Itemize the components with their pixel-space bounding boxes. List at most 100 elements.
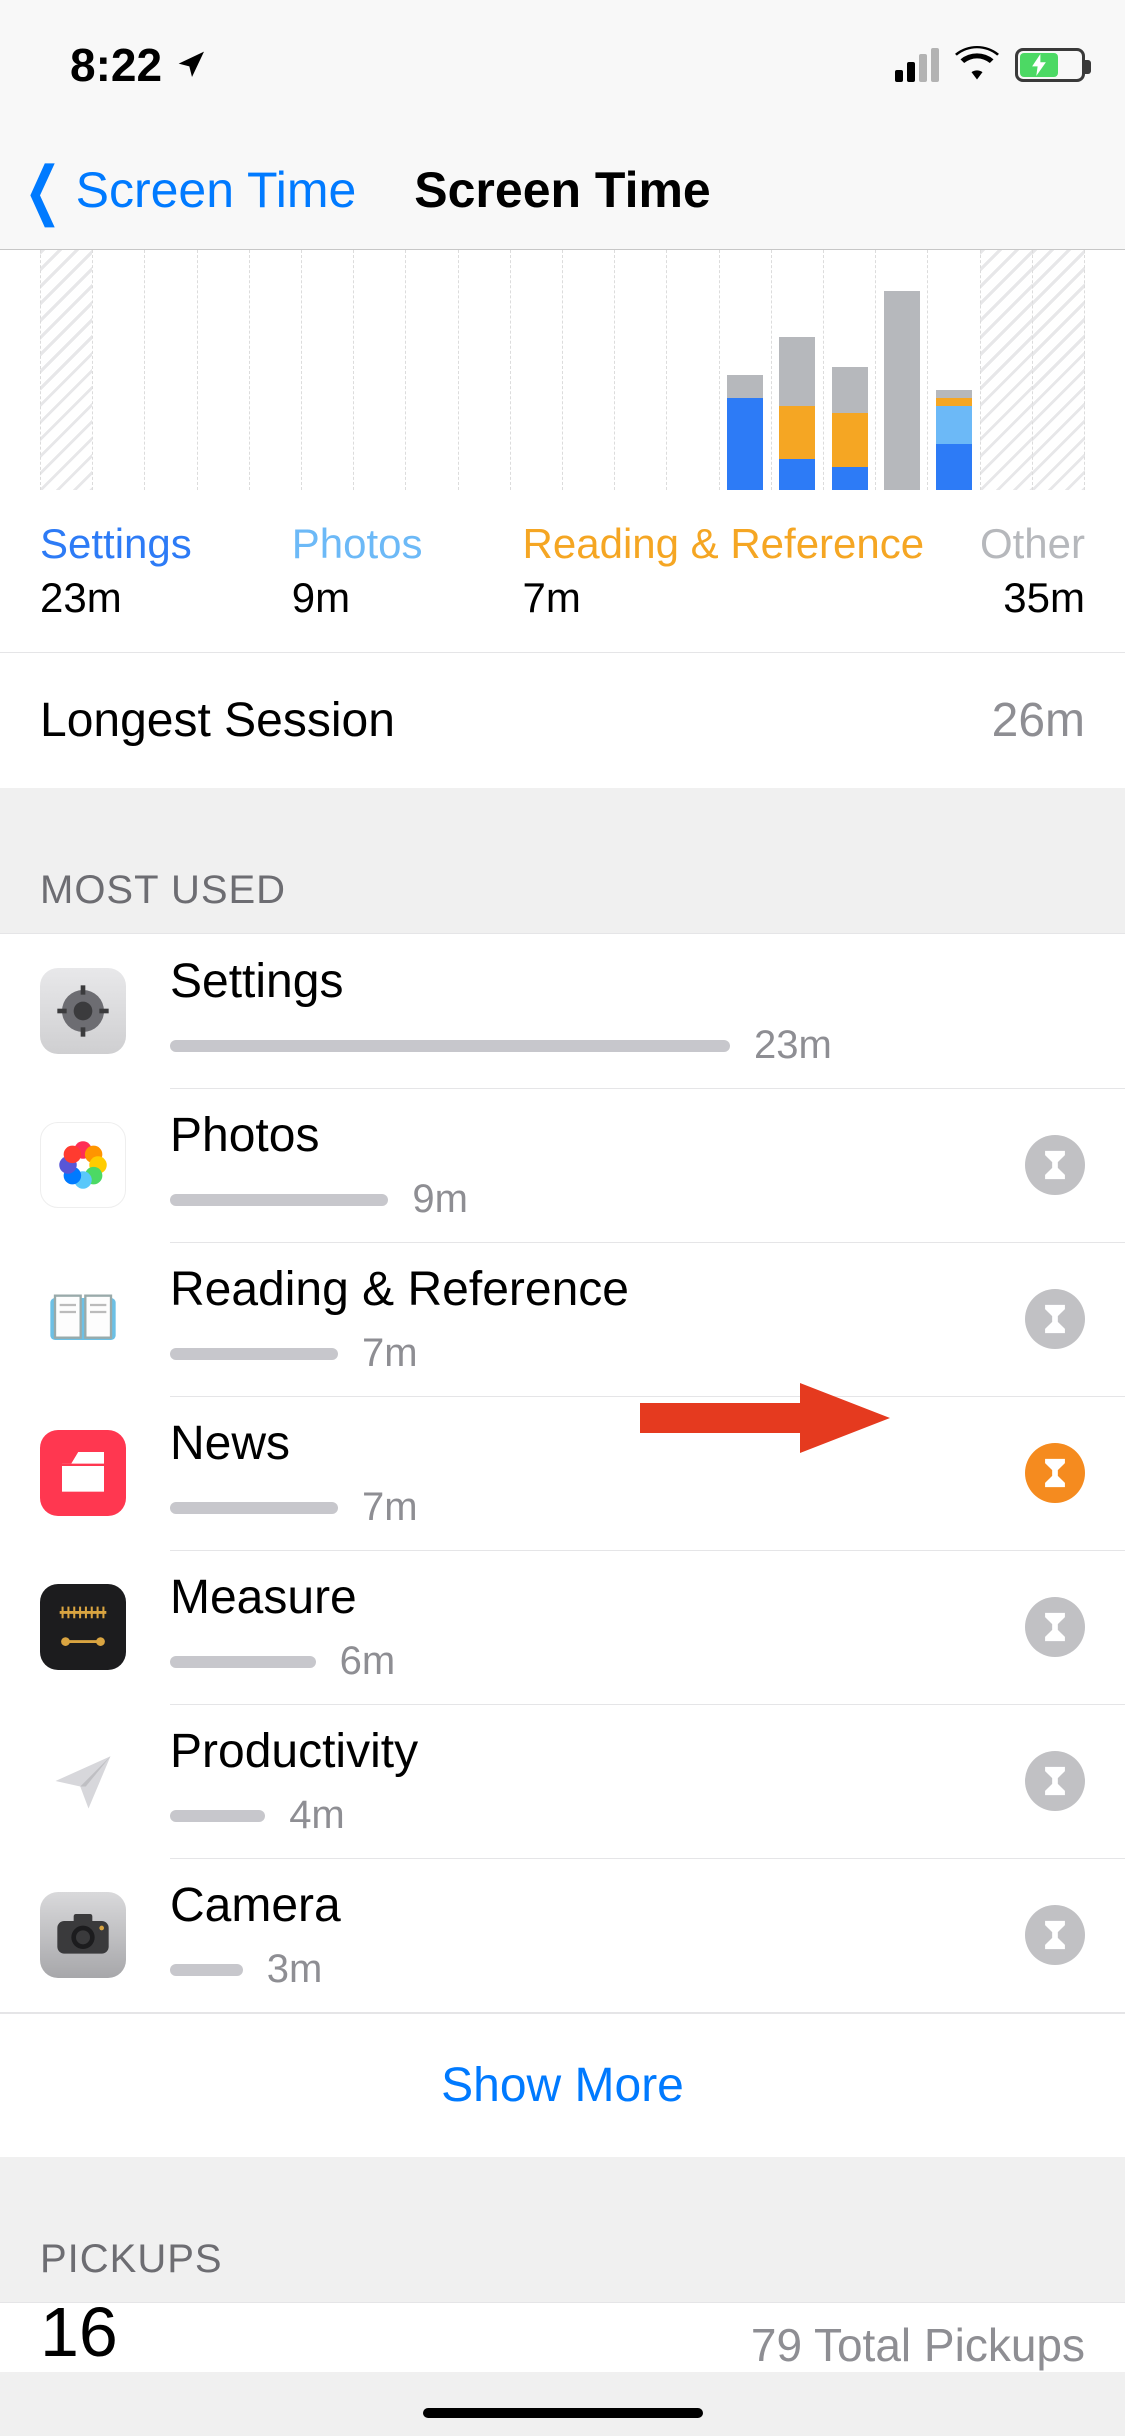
usage-chart-card: Settings 23m Photos 9m Reading & Referen… (0, 250, 1125, 788)
app-row-news[interactable]: News 7m (0, 1396, 1125, 1550)
hourglass-limit-icon[interactable] (1025, 1135, 1085, 1195)
chart-column (40, 250, 92, 490)
chart-column (1032, 250, 1085, 490)
status-bar: 8:22 (0, 0, 1125, 130)
chart-column (771, 250, 823, 490)
book-app-icon (40, 1276, 126, 1362)
page-title: Screen Time (414, 161, 710, 219)
legend-label: Reading & Reference (523, 520, 925, 568)
longest-session-label: Longest Session (40, 693, 395, 748)
chart-column (666, 250, 718, 490)
app-body: Photos 9m (170, 1108, 1005, 1222)
hourglass-limit-active-icon[interactable] (1025, 1443, 1085, 1503)
chevron-left-icon: ❮ (24, 158, 62, 222)
hourglass-limit-icon[interactable] (1025, 1289, 1085, 1349)
usage-bar (170, 1348, 338, 1360)
app-name: Photos (170, 1108, 1005, 1163)
app-row-measure[interactable]: Measure 6m (0, 1550, 1125, 1704)
app-name: News (170, 1416, 1005, 1471)
chart-column (197, 250, 249, 490)
back-button[interactable]: ❮ Screen Time (16, 158, 356, 222)
app-row-book[interactable]: Reading & Reference 7m (0, 1242, 1125, 1396)
most-used-header: MOST USED (0, 788, 1125, 933)
pickups-header: PICKUPS (0, 2157, 1125, 2302)
pickups-count: 16 (40, 2302, 118, 2372)
usage-bar (170, 1194, 388, 1206)
chart-column (823, 250, 875, 490)
legend-value: 23m (40, 574, 192, 622)
chart-column (92, 250, 144, 490)
usage-bar (170, 1964, 243, 1976)
app-row-camera[interactable]: Camera 3m (0, 1858, 1125, 2012)
chart-column (458, 250, 510, 490)
app-body: Productivity 4m (170, 1724, 1005, 1838)
news-app-icon (40, 1430, 126, 1516)
usage-value: 7m (362, 1485, 418, 1530)
app-row-photos[interactable]: Photos 9m (0, 1088, 1125, 1242)
legend-settings[interactable]: Settings 23m (40, 520, 192, 622)
wifi-icon (955, 38, 999, 92)
chart-column (249, 250, 301, 490)
back-label: Screen Time (76, 161, 357, 219)
usage-value: 4m (289, 1793, 345, 1838)
chart-column (614, 250, 666, 490)
chart-column (144, 250, 196, 490)
location-arrow-icon (176, 38, 208, 92)
battery-icon (1015, 48, 1085, 82)
legend-value: 35m (980, 574, 1085, 622)
chart-column (301, 250, 353, 490)
hourglass-limit-icon[interactable] (1025, 1905, 1085, 1965)
legend-label: Settings (40, 520, 192, 568)
chart-column (510, 250, 562, 490)
usage-value: 6m (340, 1639, 396, 1684)
camera-app-icon (40, 1892, 126, 1978)
usage-value: 3m (267, 1947, 323, 1992)
status-left: 8:22 (70, 38, 208, 92)
status-time: 8:22 (70, 38, 162, 92)
app-body: Camera 3m (170, 1878, 1005, 1992)
hourglass-limit-icon[interactable] (1025, 1751, 1085, 1811)
hourglass-limit-icon[interactable] (1025, 1597, 1085, 1657)
chart-column (875, 250, 927, 490)
legend-reading[interactable]: Reading & Reference 7m (523, 520, 925, 622)
app-name: Productivity (170, 1724, 1005, 1779)
app-name: Camera (170, 1878, 1005, 1933)
show-more-button[interactable]: Show More (0, 2013, 1125, 2157)
nav-bar: ❮ Screen Time Screen Time (0, 130, 1125, 250)
app-body: Reading & Reference 7m (170, 1262, 1005, 1376)
usage-value: 9m (412, 1177, 468, 1222)
chart-column (980, 250, 1032, 490)
cellular-signal-icon (895, 48, 939, 82)
app-name: Measure (170, 1570, 1005, 1625)
app-name: Reading & Reference (170, 1262, 1005, 1317)
app-row-paper-plane[interactable]: Productivity 4m (0, 1704, 1125, 1858)
chart-column (719, 250, 771, 490)
legend-value: 7m (523, 574, 925, 622)
chart-column (405, 250, 457, 490)
legend-label: Other (980, 520, 1085, 568)
app-body: Measure 6m (170, 1570, 1005, 1684)
chart-column (353, 250, 405, 490)
usage-bar-chart[interactable] (40, 250, 1085, 490)
measure-app-icon (40, 1584, 126, 1670)
chart-legend: Settings 23m Photos 9m Reading & Referen… (0, 490, 1125, 653)
legend-photos[interactable]: Photos 9m (292, 520, 423, 622)
usage-bar (170, 1040, 730, 1052)
app-name: Settings (170, 954, 1085, 1009)
pickups-summary: 16 79 Total Pickups (0, 2302, 1125, 2372)
legend-value: 9m (292, 574, 423, 622)
chart-column (927, 250, 979, 490)
usage-bar (170, 1502, 338, 1514)
longest-session-row: Longest Session 26m (0, 653, 1125, 788)
settings-app-icon (40, 968, 126, 1054)
most-used-list: Settings23m Photos 9m Reading & Reference 7m… (0, 933, 1125, 2012)
app-body: News 7m (170, 1416, 1005, 1530)
home-indicator[interactable] (423, 2408, 703, 2418)
usage-value: 7m (362, 1331, 418, 1376)
legend-label: Photos (292, 520, 423, 568)
status-right (895, 38, 1085, 92)
legend-other[interactable]: Other 35m (980, 520, 1085, 622)
paper-plane-app-icon (40, 1738, 126, 1824)
app-row-settings[interactable]: Settings23m (0, 934, 1125, 1088)
usage-bar (170, 1656, 316, 1668)
